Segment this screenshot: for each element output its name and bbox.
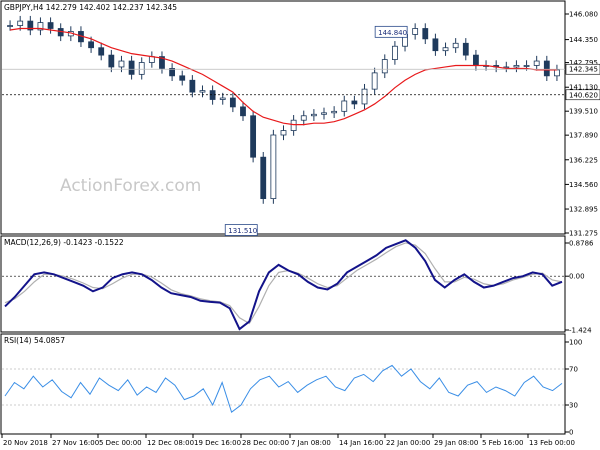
candle-body	[290, 119, 297, 131]
candle-body	[219, 97, 226, 100]
rsi-tick-label: 100	[569, 339, 582, 347]
price-tick-label: 134.560	[569, 181, 598, 189]
candle-body	[128, 60, 135, 75]
candle-body	[533, 60, 540, 66]
candle-body	[98, 47, 105, 56]
candle-body	[88, 41, 94, 49]
candle-body	[412, 28, 419, 35]
x-tick-label: 28 Dec 00:00	[242, 439, 289, 447]
candle-body	[321, 112, 327, 115]
price-tick-label: 132.895	[569, 206, 598, 214]
candle-body	[118, 60, 125, 68]
x-tick-label: 5 Dec 00:00	[99, 439, 142, 447]
price-tick-label: 137.890	[569, 132, 598, 140]
x-tick-label: 22 Jan 00:00	[386, 439, 430, 447]
x-tick-label: 14 Jan 16:00	[339, 439, 383, 447]
candle-body	[513, 65, 520, 68]
candle-body	[391, 45, 398, 60]
candle-body	[229, 97, 236, 108]
candle-body	[17, 20, 24, 26]
candle-body	[199, 90, 206, 93]
candle-body	[381, 59, 388, 74]
rsi-panel-header: RSI(14) 54.0857	[4, 336, 65, 345]
candle-body	[138, 62, 145, 75]
candle-body	[432, 38, 439, 52]
price-panel-header: GBPJPY,H4 142.279 142.402 142.237 142.34…	[4, 3, 177, 12]
macd-tick-label: 0.8786	[569, 240, 594, 248]
candle-body	[250, 115, 257, 158]
macd-tick-label: -1.424	[569, 327, 592, 335]
candle-body	[189, 79, 196, 93]
candle-body	[543, 60, 550, 77]
macd-line	[4, 239, 563, 331]
x-tick-label: 20 Nov 2018	[3, 439, 48, 447]
x-tick-label: 13 Feb 00:00	[529, 439, 575, 447]
rsi-panel-frame	[0, 333, 566, 435]
x-tick-label: 27 Nov 16:00	[52, 439, 99, 447]
candle-body	[523, 65, 530, 67]
candle-body	[331, 110, 338, 114]
candle-body	[554, 69, 560, 77]
price-tick-label: 136.225	[569, 156, 598, 164]
candle-body	[7, 25, 13, 27]
candle-body	[351, 100, 358, 105]
high-price-annotation: 144.840	[378, 29, 407, 37]
x-tick-label: 29 Jan 08:00	[434, 439, 478, 447]
chart-canvas: ActionForex.com GBPJPY,H4 142.279 142.40…	[0, 0, 600, 447]
price-tick-label: 131.275	[569, 230, 598, 238]
candle-body	[452, 42, 459, 49]
rsi-tick-label: 70	[569, 366, 578, 374]
candle-body	[179, 75, 186, 81]
candle-body	[442, 47, 449, 52]
candle-body	[108, 54, 115, 68]
candle-body	[422, 28, 429, 40]
candle-body	[280, 130, 287, 136]
candle-body	[148, 56, 155, 63]
x-tick-label: 7 Jan 08:00	[291, 439, 331, 447]
support-price-label: 140.620	[569, 91, 598, 99]
current-price-label: 142.345	[569, 66, 598, 74]
macd-tick-label: 0.00	[569, 273, 585, 281]
price-tick-label: 146.080	[569, 11, 598, 19]
rsi-tick-label: 0	[569, 429, 573, 437]
candle-body	[310, 113, 317, 117]
candle-body	[361, 88, 368, 105]
macd-signal-line	[4, 242, 563, 325]
x-tick-label: 12 Dec 08:00	[147, 439, 194, 447]
price-tick-label: 139.510	[569, 108, 598, 116]
candle-body	[371, 72, 378, 90]
low-price-annotation: 131.510	[228, 227, 257, 235]
chart-window: ActionForex.com GBPJPY,H4 142.279 142.40…	[0, 0, 600, 450]
price-panel-frame	[0, 0, 566, 235]
candle-body	[270, 134, 277, 200]
x-tick-label: 5 Feb 16:00	[482, 439, 523, 447]
candle-body	[462, 42, 469, 56]
rsi-tick-label: 30	[569, 402, 578, 410]
candle-body	[47, 22, 54, 29]
price-tick-label: 144.350	[569, 36, 598, 44]
x-tick-label: 19 Dec 16:00	[194, 439, 241, 447]
candle-body	[300, 115, 307, 121]
candle-body	[341, 100, 348, 112]
candle-body	[240, 106, 246, 117]
candle-body	[473, 54, 479, 66]
candle-body	[260, 156, 267, 200]
macd-panel-header: MACD(12,26,9) -0.1423 -0.1522	[4, 238, 124, 247]
watermark-text: ActionForex.com	[60, 176, 201, 196]
